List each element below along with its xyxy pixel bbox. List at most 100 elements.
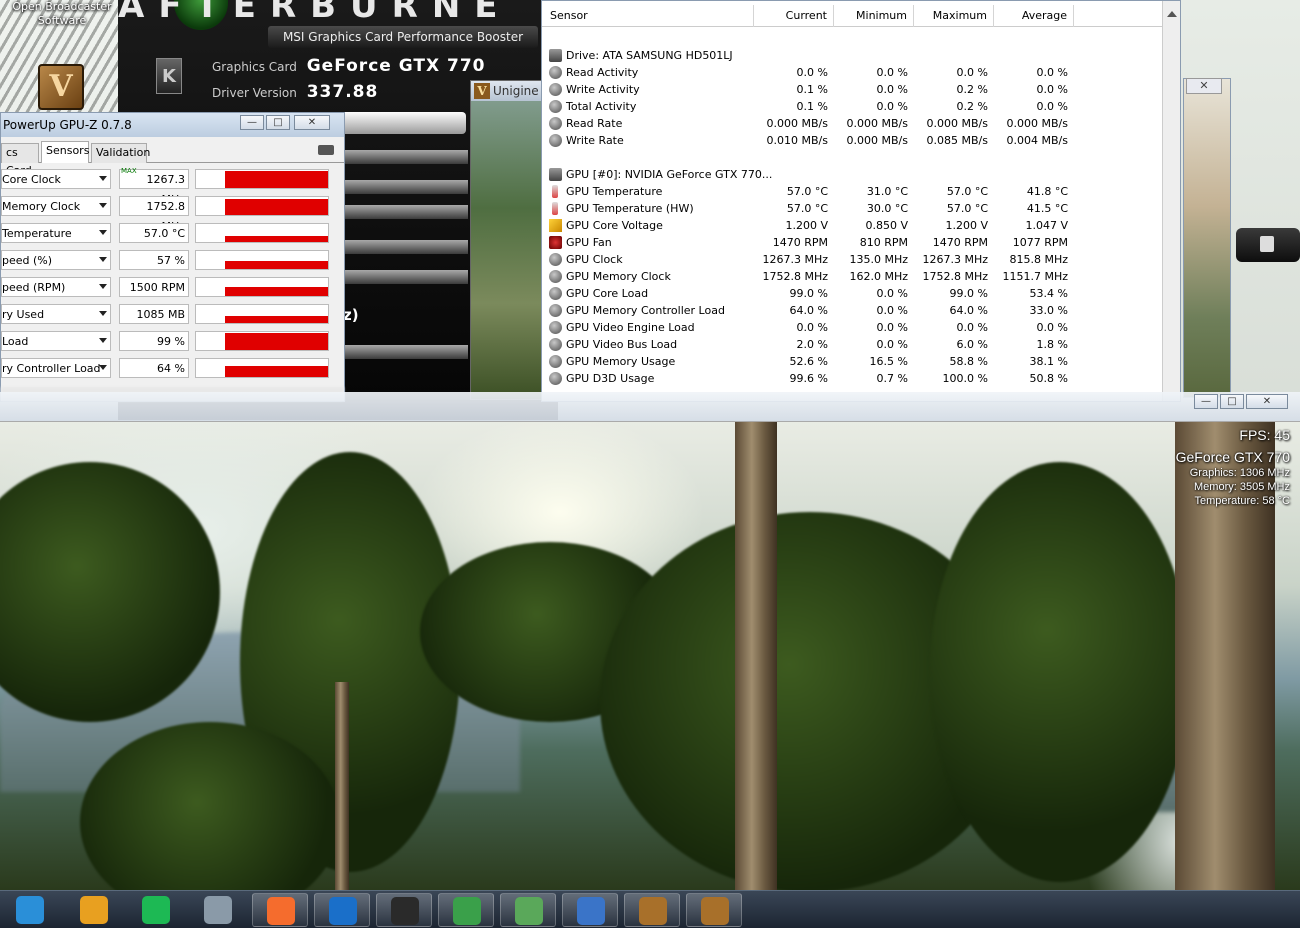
sensor-row[interactable]: GPU Video Bus Load 2.0 % 0.0 % 6.0 % 1.8 % <box>542 336 1162 353</box>
sensor-select[interactable]: ry Used <box>1 304 111 324</box>
sensor-row[interactable]: GPU Temperature 57.0 °C 31.0 °C 57.0 °C 41.8… <box>542 183 1162 200</box>
afterburner-slider[interactable] <box>343 270 468 284</box>
sensor-row[interactable]: Write Activity 0.1 % 0.0 % 0.2 % 0.0 % <box>542 81 1162 98</box>
sensor-row[interactable]: GPU Memory Clock 1752.8 MHz 162.0 MHz 1752.… <box>542 268 1162 285</box>
sensor-select[interactable]: Load <box>1 331 111 351</box>
current-value: 0.1 % <box>796 100 828 113</box>
maximize-button[interactable]: □ <box>266 115 290 130</box>
minimum-value: 0.0 % <box>876 66 908 79</box>
sensor-row[interactable]: GPU Clock 1267.3 MHz 135.0 MHz 1267.3 MHz 81… <box>542 251 1162 268</box>
sensor-row[interactable]: GPU Memory Controller Load 64.0 % 0.0 % 64.… <box>542 302 1162 319</box>
afterburner-subtitle: MSI Graphics Card Performance Booster <box>268 26 538 48</box>
desktop-valley-shortcut[interactable]: V <box>38 64 84 110</box>
sensor-row[interactable]: GPU Core Voltage 1.200 V 0.850 V 1.200 V 1.0… <box>542 217 1162 234</box>
column-header-average[interactable]: Average <box>994 5 1074 27</box>
sensor-row[interactable]: Read Rate 0.000 MB/s 0.000 MB/s 0.000 MB/s 0… <box>542 115 1162 132</box>
sensor-group-header[interactable]: Drive: ATA SAMSUNG HD501LJ <box>542 47 1162 64</box>
close-button[interactable]: ✕ <box>1246 394 1288 409</box>
unigine-titlebar[interactable]: V Unigine <box>471 81 549 101</box>
sensor-graph <box>195 358 329 378</box>
sensor-name: Read Activity <box>566 66 639 79</box>
taskbar-button[interactable] <box>66 893 122 927</box>
sensor-graph-fill <box>225 287 328 296</box>
taskbar-button[interactable] <box>190 893 246 927</box>
afterburner-k-button[interactable]: K <box>156 58 182 94</box>
afterburner-slider[interactable] <box>343 345 468 359</box>
sensor-row[interactable]: GPU Core Load 99.0 % 0.0 % 99.0 % 53.4 % <box>542 285 1162 302</box>
maximize-button[interactable]: □ <box>1220 394 1244 409</box>
gpuz-titlebar[interactable]: PowerUp GPU-Z 0.7.8 — □ ✕ <box>1 113 344 137</box>
sensor-select[interactable]: peed (%) <box>1 250 111 270</box>
chevron-down-icon[interactable] <box>99 230 107 235</box>
sensor-select[interactable]: Memory Clock <box>1 196 111 216</box>
chevron-down-icon[interactable] <box>99 176 107 181</box>
sensor-row: Temperature 57.0 °C <box>1 220 344 247</box>
taskbar-button[interactable] <box>438 893 494 927</box>
chevron-down-icon[interactable] <box>99 203 107 208</box>
sensor-row[interactable]: Total Activity 0.1 % 0.0 % 0.2 % 0.0 % <box>542 98 1162 115</box>
close-button[interactable]: ✕ <box>294 115 330 130</box>
chevron-down-icon[interactable] <box>99 257 107 262</box>
driver-version-row: Driver Version 337.88 <box>212 82 378 102</box>
column-header-sensor[interactable]: Sensor <box>542 5 754 27</box>
camera-icon[interactable] <box>318 145 334 155</box>
sensor-name: GPU Memory Usage <box>566 355 676 368</box>
maximum-value: 57.0 °C <box>946 202 988 215</box>
maximum-value: 6.0 % <box>956 338 988 351</box>
sensor-row[interactable]: Write Rate 0.010 MB/s 0.000 MB/s 0.085 MB/s… <box>542 132 1162 149</box>
average-value: 0.004 MB/s <box>1006 134 1068 147</box>
sensor-group-header[interactable]: GPU [#0]: NVIDIA GeForce GTX 770... <box>542 166 1162 183</box>
minimize-button[interactable]: — <box>240 115 264 130</box>
desktop-icon-obs[interactable]: Open Broadcaster Software <box>10 0 114 28</box>
minimize-button[interactable]: — <box>1194 394 1218 409</box>
hwinfo-window: Sensor Current Minimum Maximum Average D… <box>541 0 1181 402</box>
chevron-down-icon[interactable] <box>99 338 107 343</box>
afterburner-slider[interactable] <box>343 180 468 194</box>
gauge-icon <box>549 304 562 317</box>
scroll-up-icon[interactable] <box>1167 11 1177 17</box>
taskbar-button[interactable] <box>500 893 556 927</box>
sensor-row[interactable]: GPU D3D Usage 99.6 % 0.7 % 100.0 % 50.8 % <box>542 370 1162 387</box>
taskbar-button[interactable] <box>562 893 618 927</box>
taskbar-button[interactable] <box>2 893 58 927</box>
game-viewport[interactable] <box>0 422 1300 890</box>
sensor-graph-spike <box>226 368 230 377</box>
maximum-value: 64.0 % <box>949 304 988 317</box>
current-value: 0.0 % <box>796 321 828 334</box>
sensor-value: 57 % <box>119 250 189 270</box>
close-button[interactable]: ✕ <box>1186 78 1222 94</box>
sensor-row[interactable]: Read Activity 0.0 % 0.0 % 0.0 % 0.0 % <box>542 64 1162 81</box>
sensor-value: 57.0 °C <box>119 223 189 243</box>
column-header-maximum[interactable]: Maximum <box>914 5 994 27</box>
unigine-window[interactable]: V Unigine <box>470 80 550 400</box>
tab-validation[interactable]: Validation <box>91 143 150 163</box>
column-header-current[interactable]: Current <box>754 5 834 27</box>
afterburner-slider[interactable] <box>343 205 468 219</box>
sensor-row[interactable]: GPU Fan 1470 RPM 810 RPM 1470 RPM 1077 RPM <box>542 234 1162 251</box>
taskbar-button[interactable] <box>624 893 680 927</box>
tab-graphics-card[interactable]: cs Card <box>1 143 39 177</box>
tab-sensors[interactable]: Sensors <box>41 141 89 163</box>
minimum-value: 135.0 MHz <box>849 253 908 266</box>
taskbar-button[interactable] <box>128 893 184 927</box>
taskbar-button[interactable] <box>686 893 742 927</box>
afterburner-slider[interactable] <box>343 150 468 164</box>
taskbar-button[interactable] <box>252 893 308 927</box>
chevron-down-icon[interactable] <box>99 365 107 370</box>
sensor-group-title: GPU [#0]: NVIDIA GeForce GTX 770... <box>566 168 773 181</box>
sensor-select[interactable]: Temperature <box>1 223 111 243</box>
taskbar-button[interactable] <box>376 893 432 927</box>
chevron-down-icon[interactable] <box>99 311 107 316</box>
hwinfo-scrollbar[interactable] <box>1162 1 1180 401</box>
afterburner-slider[interactable] <box>343 240 468 254</box>
game-titlebar[interactable]: — □ ✕ <box>0 392 1300 422</box>
sensor-select[interactable]: peed (RPM) <box>1 277 111 297</box>
chevron-down-icon[interactable] <box>99 284 107 289</box>
sensor-row[interactable]: GPU Memory Usage 52.6 % 16.5 % 58.8 % 38.1 % <box>542 353 1162 370</box>
sensor-select[interactable]: ry Controller Load <box>1 358 111 378</box>
sensor-select[interactable]: Core Clock <box>1 169 111 189</box>
taskbar-button[interactable] <box>314 893 370 927</box>
column-header-minimum[interactable]: Minimum <box>834 5 914 27</box>
sensor-row[interactable]: GPU Video Engine Load 0.0 % 0.0 % 0.0 % 0.0 … <box>542 319 1162 336</box>
sensor-row[interactable]: GPU Temperature (HW) 57.0 °C 30.0 °C 57.0 °… <box>542 200 1162 217</box>
